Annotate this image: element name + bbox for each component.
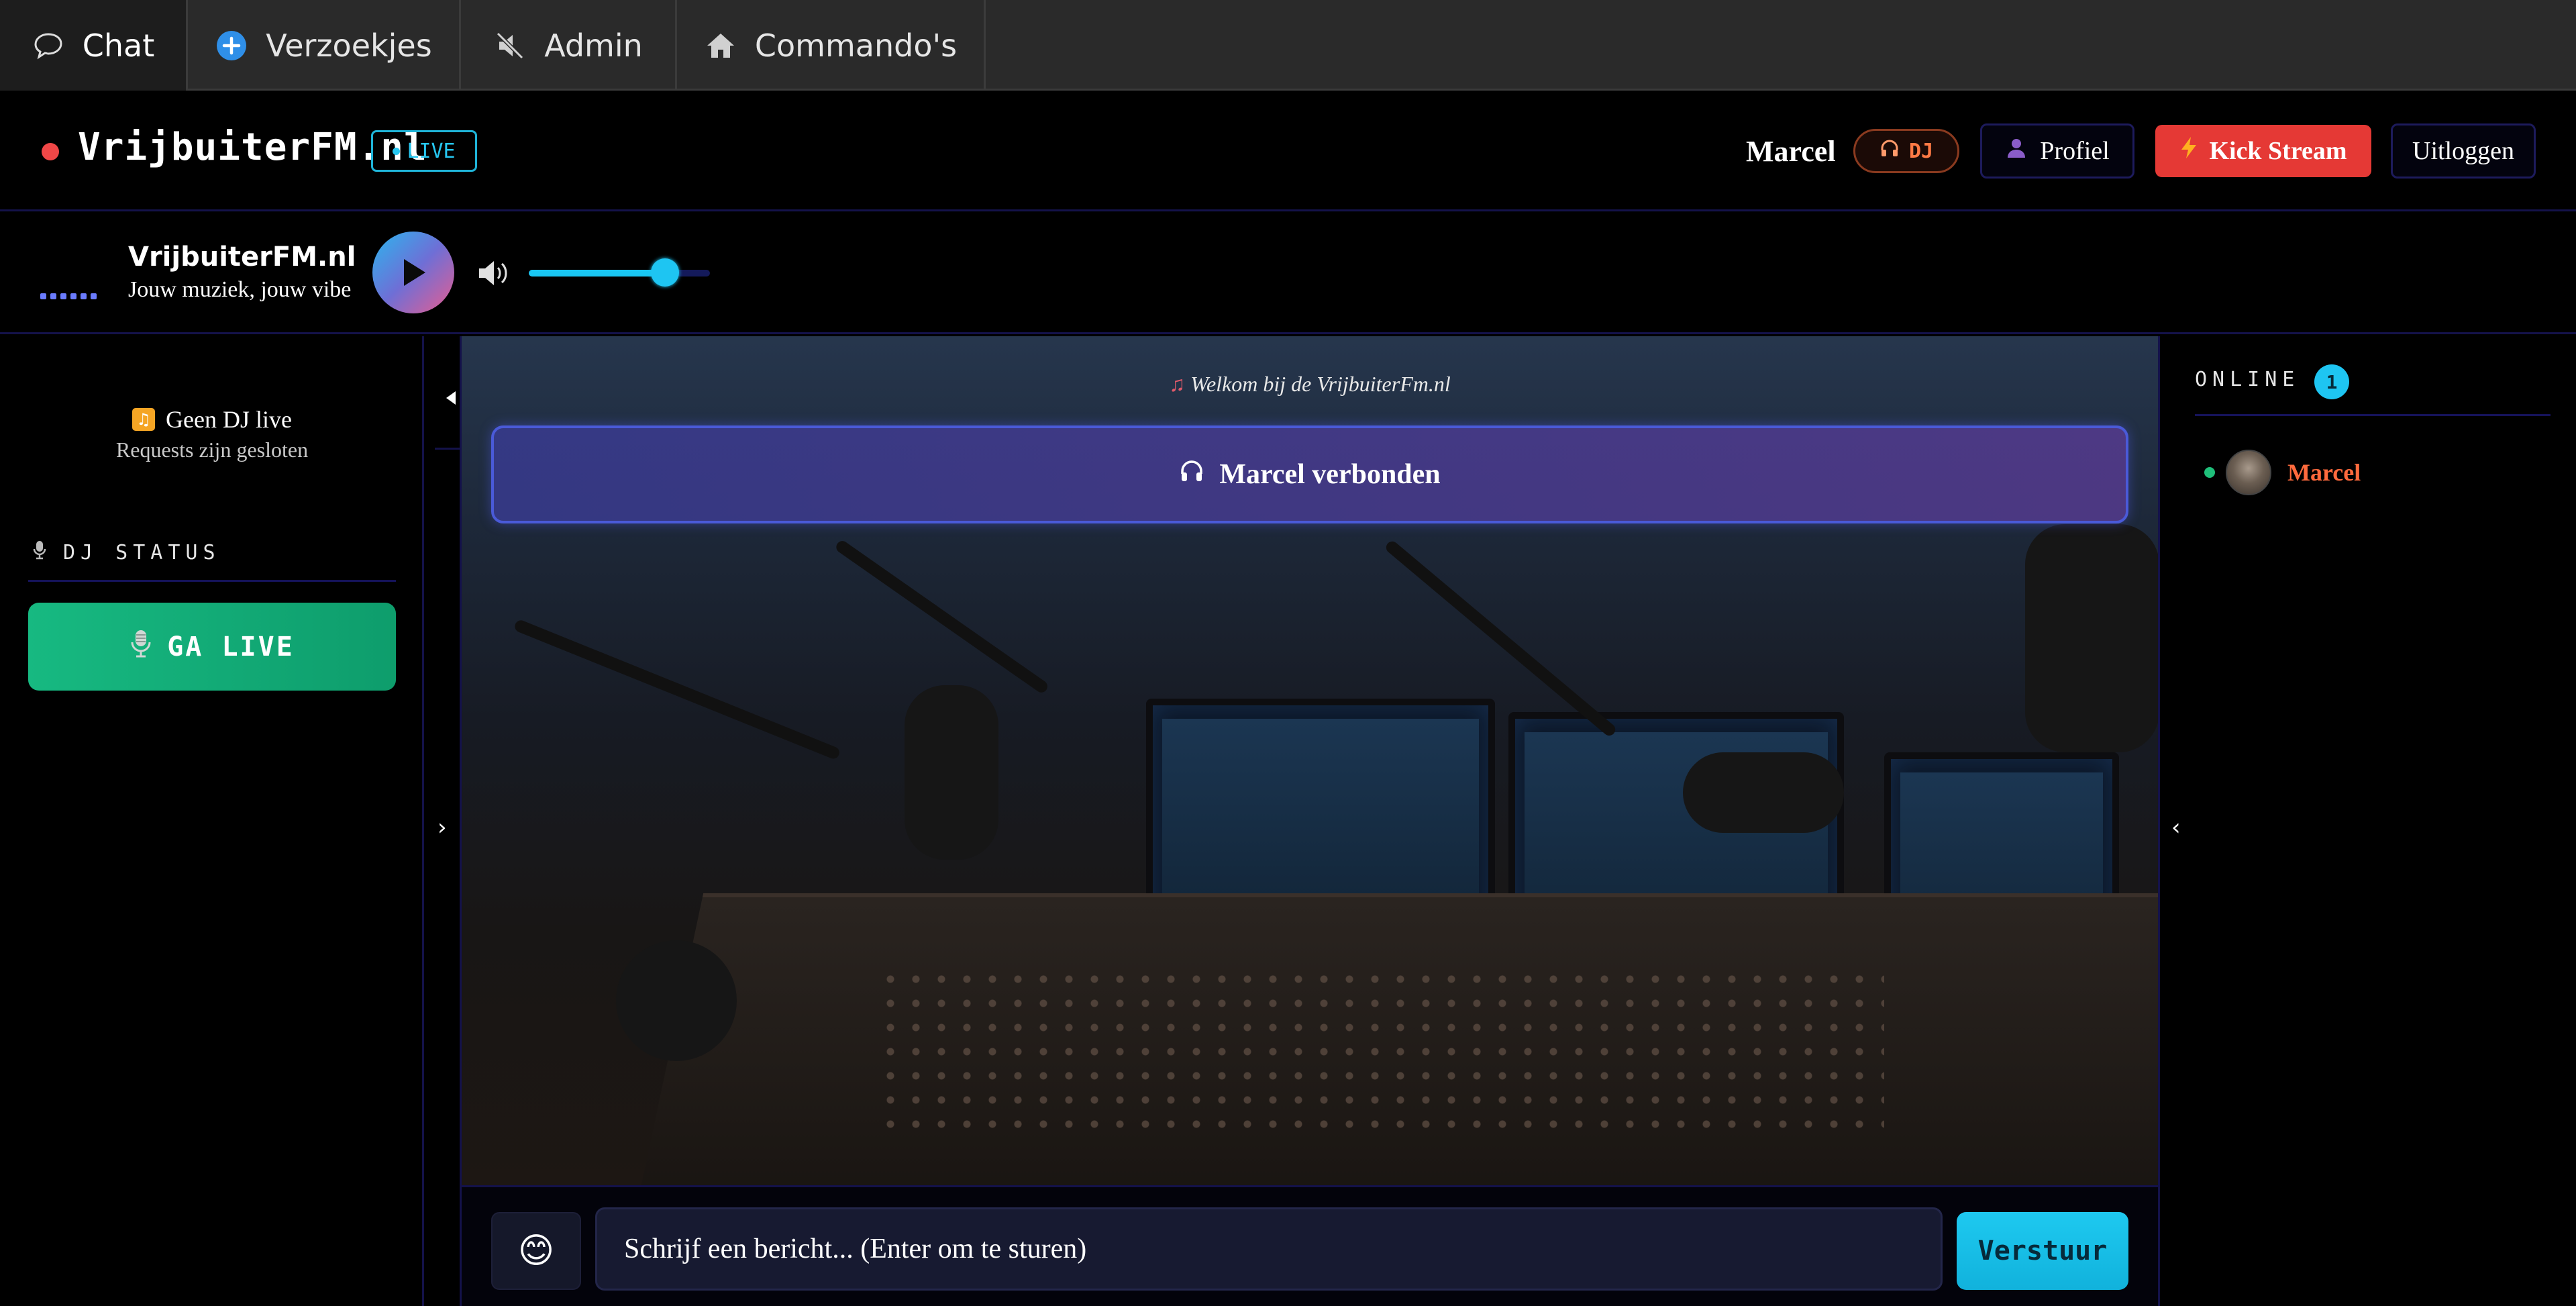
rail-divider: [435, 448, 462, 450]
no-dj-live-text: Geen DJ live: [166, 406, 292, 433]
station-slogan: Jouw muziek, jouw vibe: [128, 277, 352, 302]
dj-live-status: ♫ Geen DJ live: [0, 405, 424, 434]
dj-status-icon: ♫: [132, 408, 156, 431]
plus-circle-icon: [215, 29, 248, 62]
microphone-icon: [130, 629, 152, 665]
system-message-connected: Marcel verbonden: [491, 425, 2128, 523]
home-icon: [704, 29, 737, 62]
online-divider: [2195, 414, 2551, 416]
dj-status-heading: DJ STATUS: [32, 540, 221, 565]
welcome-message: ♫ Welkom bij de VrijbuiterFm.nl: [462, 372, 2158, 397]
current-user-name: Marcel: [1746, 135, 1836, 168]
online-user-item[interactable]: Marcel: [2204, 450, 2361, 495]
tab-verzoekjes[interactable]: Verzoekjes: [188, 0, 461, 91]
tab-label: Verzoekjes: [266, 27, 432, 64]
volume-slider-handle[interactable]: [651, 258, 679, 287]
go-live-button[interactable]: GA LIVE: [28, 603, 396, 691]
tab-label: Admin: [544, 27, 643, 64]
tab-label: Chat: [82, 27, 155, 64]
user-icon: [2005, 136, 2028, 166]
kick-stream-label: Kick Stream: [2209, 137, 2347, 165]
tab-chat[interactable]: Chat: [0, 0, 188, 91]
station-name: VrijbuiterFM.nl: [128, 242, 356, 272]
music-note-icon: ♫: [1169, 372, 1191, 396]
equalizer-icon: [40, 293, 97, 299]
tab-label: Commando's: [754, 27, 958, 64]
headphones-icon: [1879, 138, 1900, 164]
dj-status-divider: [28, 580, 396, 582]
profile-button-label: Profiel: [2040, 137, 2110, 165]
live-indicator-dot: [42, 143, 59, 160]
headphones-icon: [1179, 458, 1204, 491]
emoji-picker-button[interactable]: 😊: [491, 1212, 581, 1290]
volume-slider-fill: [529, 270, 665, 277]
play-button[interactable]: [372, 232, 454, 313]
dj-status-label: DJ STATUS: [63, 540, 221, 564]
chat-bubble-icon: [32, 29, 65, 62]
expand-left-chevron-icon[interactable]: ›: [437, 814, 447, 841]
play-icon: [404, 259, 425, 286]
muted-speaker-icon: [493, 29, 527, 62]
dj-badge-label: DJ: [1908, 139, 1934, 163]
online-user-name: Marcel: [2287, 459, 2361, 486]
volume-icon[interactable]: [476, 258, 510, 288]
online-count-badge: 1: [2314, 364, 2349, 399]
live-badge-label: LIVE: [407, 139, 456, 163]
collapse-left-arrow-icon[interactable]: [446, 391, 456, 405]
profile-button[interactable]: Profiel: [1980, 123, 2134, 179]
left-sidebar: [0, 336, 424, 1306]
go-live-label: GA LIVE: [167, 631, 295, 662]
message-input[interactable]: [595, 1207, 1943, 1291]
dj-role-badge: DJ: [1853, 129, 1959, 173]
requests-status-text: Requests zijn gesloten: [115, 438, 309, 462]
kick-stream-button[interactable]: Kick Stream: [2155, 125, 2371, 177]
live-dot-icon: [393, 147, 401, 155]
send-button[interactable]: Verstuur: [1957, 1212, 2128, 1290]
welcome-message-text: Welkom bij de VrijbuiterFm.nl: [1190, 372, 1451, 396]
logout-button[interactable]: Uitloggen: [2391, 123, 2536, 179]
microphone-icon: [32, 540, 47, 565]
lightning-icon: [2179, 136, 2198, 166]
smiley-icon: 😊: [517, 1231, 555, 1271]
avatar: [2226, 450, 2271, 495]
live-badge: LIVE: [371, 130, 477, 172]
tab-admin[interactable]: Admin: [461, 0, 677, 91]
online-status-dot: [2204, 467, 2215, 478]
tab-commandos[interactable]: Commando's: [677, 0, 986, 91]
expand-right-chevron-icon[interactable]: ‹: [2171, 814, 2181, 841]
connected-message-text: Marcel verbonden: [1219, 459, 1441, 490]
tab-bar: Chat Verzoekjes Admin Commando's: [0, 0, 2576, 91]
online-heading: ONLINE: [2195, 368, 2300, 391]
